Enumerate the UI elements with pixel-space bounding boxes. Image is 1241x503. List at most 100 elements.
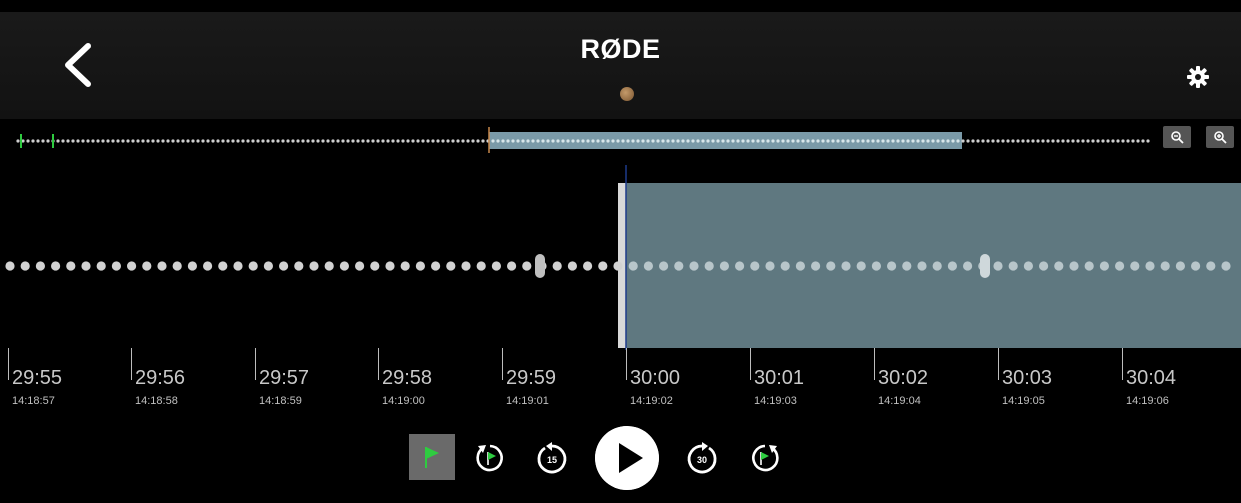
overview-sample [836,139,840,143]
waveform-sample [750,261,760,271]
overview-sample [826,139,830,143]
skip-back-button[interactable]: 15 [535,442,569,476]
zoom-in-icon [1214,131,1227,144]
overview-sample [701,139,705,143]
overview-sample [61,139,65,143]
overview-sample [446,139,450,143]
overview-sample [296,139,300,143]
timeline-tick: 29:56 14:18:58 [131,348,255,418]
waveform-sample [491,261,501,271]
waveform-sample [461,261,471,271]
overview-sample [16,139,20,143]
overview-sample [751,139,755,143]
overview-sample [916,139,920,143]
overview-sample [736,139,740,143]
overview-sample [871,139,875,143]
overview-sample [96,139,100,143]
overview-sample [146,139,150,143]
overview-sample [436,139,440,143]
overview-sample [786,139,790,143]
overview-sample [926,139,930,143]
waveform-sample [704,261,714,271]
waveform-sample [66,261,76,271]
gear-icon [1187,66,1209,88]
overview-sample [56,139,60,143]
waveform-sample [598,261,608,271]
waveform-sample [203,261,213,271]
play-button[interactable] [595,426,659,490]
overview-sample [186,139,190,143]
overview-sample [356,139,360,143]
overview-sample [941,139,945,143]
overview-sample [276,139,280,143]
waveform-sample [1191,261,1201,271]
waveform-sample [795,261,806,271]
overview-sample [291,139,295,143]
overview-sample [856,139,860,143]
overview-sample [621,139,625,143]
waveform-sample [111,261,121,271]
timeline-tick: 30:03 14:19:05 [998,348,1122,418]
timecode-label: 29:55 [12,367,63,389]
waveform-sample [5,261,15,271]
overview-sample [341,139,345,143]
waveform-sample [522,261,532,271]
overview-sample [36,139,40,143]
clock-label: 14:19:03 [754,395,797,407]
overview-sample [576,139,580,143]
clock-label: 14:19:05 [1002,395,1045,407]
waveform-sample [1039,261,1049,271]
main-waveform[interactable] [0,165,1241,350]
overview-sample [561,139,565,143]
overview-sample [456,139,460,143]
overview-sample [581,139,585,143]
overview-sample [46,139,50,143]
overview-sample [156,139,160,143]
overview-sample [271,139,275,143]
overview-sample [1046,139,1050,143]
overview-sample [1121,139,1125,143]
overview-sample [861,139,865,143]
overview-sample [721,139,725,143]
waveform-sample [628,261,638,271]
overview-sample [971,139,975,143]
overview-sample [931,139,935,143]
waveform-sample [1160,261,1170,271]
overview-sample [1101,139,1105,143]
waveform-sample [507,261,517,271]
overview-sample [41,139,45,143]
overview-sample [121,139,125,143]
overview-sample [1051,139,1055,143]
timeline-ruler[interactable]: 29:55 14:18:57 29:56 14:18:58 29:57 14:1… [0,348,1241,418]
overview-sample [1016,139,1020,143]
overview-sample [466,139,470,143]
waveform-sample [1115,261,1125,271]
previous-marker-button[interactable] [474,442,506,474]
overview-sample [536,139,540,143]
waveform-sample [826,261,836,271]
next-marker-button[interactable] [749,442,781,474]
overview-sample [386,139,390,143]
overview-sample [306,139,310,143]
overview-sample [111,139,115,143]
waveform-sample [780,261,790,271]
overview-sample [1006,139,1010,143]
settings-button[interactable] [1185,64,1211,90]
overview-sample [171,139,175,143]
overview-waveform[interactable] [0,121,1241,161]
overview-sample [231,139,235,143]
zoom-out-button[interactable] [1163,126,1191,148]
overview-sample [821,139,825,143]
clock-label: 14:19:00 [382,395,425,407]
overview-sample [126,139,130,143]
skip-forward-button[interactable]: 30 [685,442,719,476]
overview-sample [421,139,425,143]
zoom-in-button[interactable] [1206,126,1234,148]
clock-label: 14:19:04 [878,395,921,407]
add-marker-button[interactable] [409,434,455,480]
waveform-sample [1099,261,1109,271]
connection-status-indicator [620,87,634,101]
waveform-sample [613,261,623,271]
overview-sample [216,139,220,143]
overview-sample [616,139,620,143]
